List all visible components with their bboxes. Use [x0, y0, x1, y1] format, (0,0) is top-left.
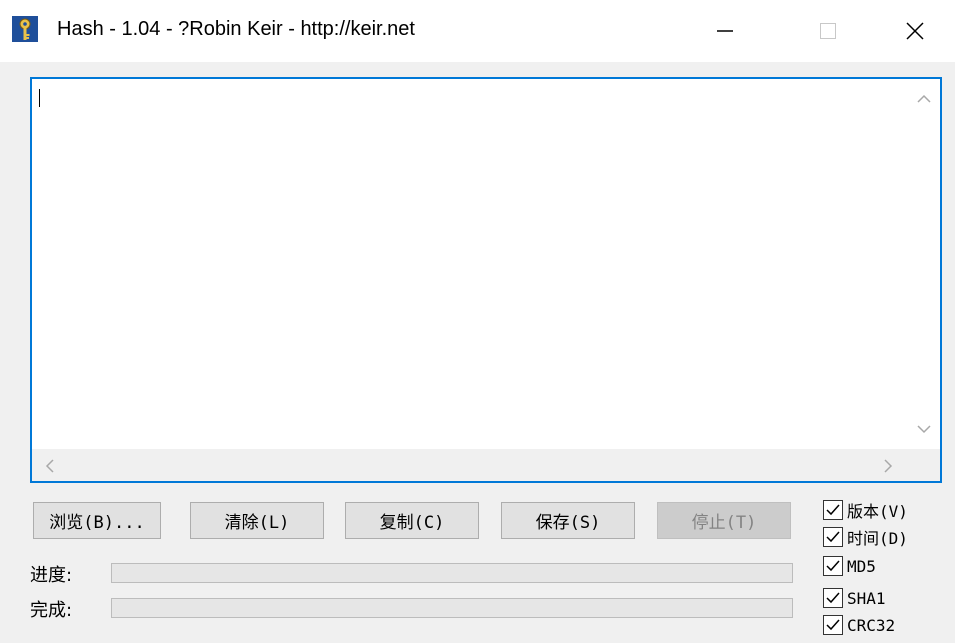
close-icon	[906, 22, 924, 40]
option-md5[interactable]: MD5	[823, 554, 876, 578]
crc32-label: CRC32	[847, 615, 896, 635]
option-sha1[interactable]: SHA1	[823, 586, 886, 610]
hash-window: Hash - 1.04 - ?Robin Keir - http://keir.…	[0, 0, 955, 643]
progress-bar	[111, 563, 793, 583]
complete-label: 完成:	[30, 600, 73, 621]
crc32-checkbox[interactable]	[823, 615, 843, 635]
minimize-icon	[717, 30, 733, 32]
option-version[interactable]: 版本(V)	[823, 498, 908, 522]
hash-output-textarea[interactable]	[30, 77, 942, 483]
progress-label: 进度:	[30, 565, 73, 586]
version-label: 版本(V)	[847, 502, 908, 521]
chevron-down-icon[interactable]	[916, 423, 932, 435]
version-checkbox[interactable]	[823, 500, 843, 520]
window-title: Hash - 1.04 - ?Robin Keir - http://keir.…	[57, 18, 415, 40]
minimize-button[interactable]	[680, 0, 770, 62]
check-icon	[826, 592, 840, 604]
check-icon	[826, 531, 840, 543]
copy-button[interactable]: 复制(C)	[345, 502, 479, 539]
stop-button[interactable]: 停止(T)	[657, 502, 791, 539]
clear-button[interactable]: 清除(L)	[190, 502, 324, 539]
save-button[interactable]: 保存(S)	[501, 502, 635, 539]
time-checkbox[interactable]	[823, 527, 843, 547]
title-bar[interactable]: Hash - 1.04 - ?Robin Keir - http://keir.…	[0, 0, 955, 62]
scrollbar-corner	[908, 449, 940, 481]
text-caret	[39, 89, 40, 107]
complete-bar	[111, 598, 793, 618]
maximize-icon	[820, 23, 836, 39]
md5-checkbox[interactable]	[823, 556, 843, 576]
check-icon	[826, 619, 840, 631]
time-label: 时间(D)	[847, 529, 908, 548]
browse-button[interactable]: 浏览(B)...	[33, 502, 161, 539]
chevron-left-icon[interactable]	[44, 458, 56, 474]
chevron-right-icon[interactable]	[882, 458, 894, 474]
horizontal-scrollbar[interactable]	[32, 449, 910, 481]
check-icon	[826, 560, 840, 572]
md5-label: MD5	[847, 556, 876, 576]
option-time[interactable]: 时间(D)	[823, 525, 908, 549]
close-button[interactable]	[870, 0, 955, 62]
sha1-checkbox[interactable]	[823, 588, 843, 608]
option-crc32[interactable]: CRC32	[823, 613, 895, 637]
check-icon	[826, 504, 840, 516]
vertical-scrollbar[interactable]	[908, 79, 940, 449]
maximize-button[interactable]	[783, 0, 873, 62]
sha1-label: SHA1	[847, 588, 886, 608]
key-icon	[12, 16, 38, 42]
chevron-up-icon[interactable]	[916, 93, 932, 105]
